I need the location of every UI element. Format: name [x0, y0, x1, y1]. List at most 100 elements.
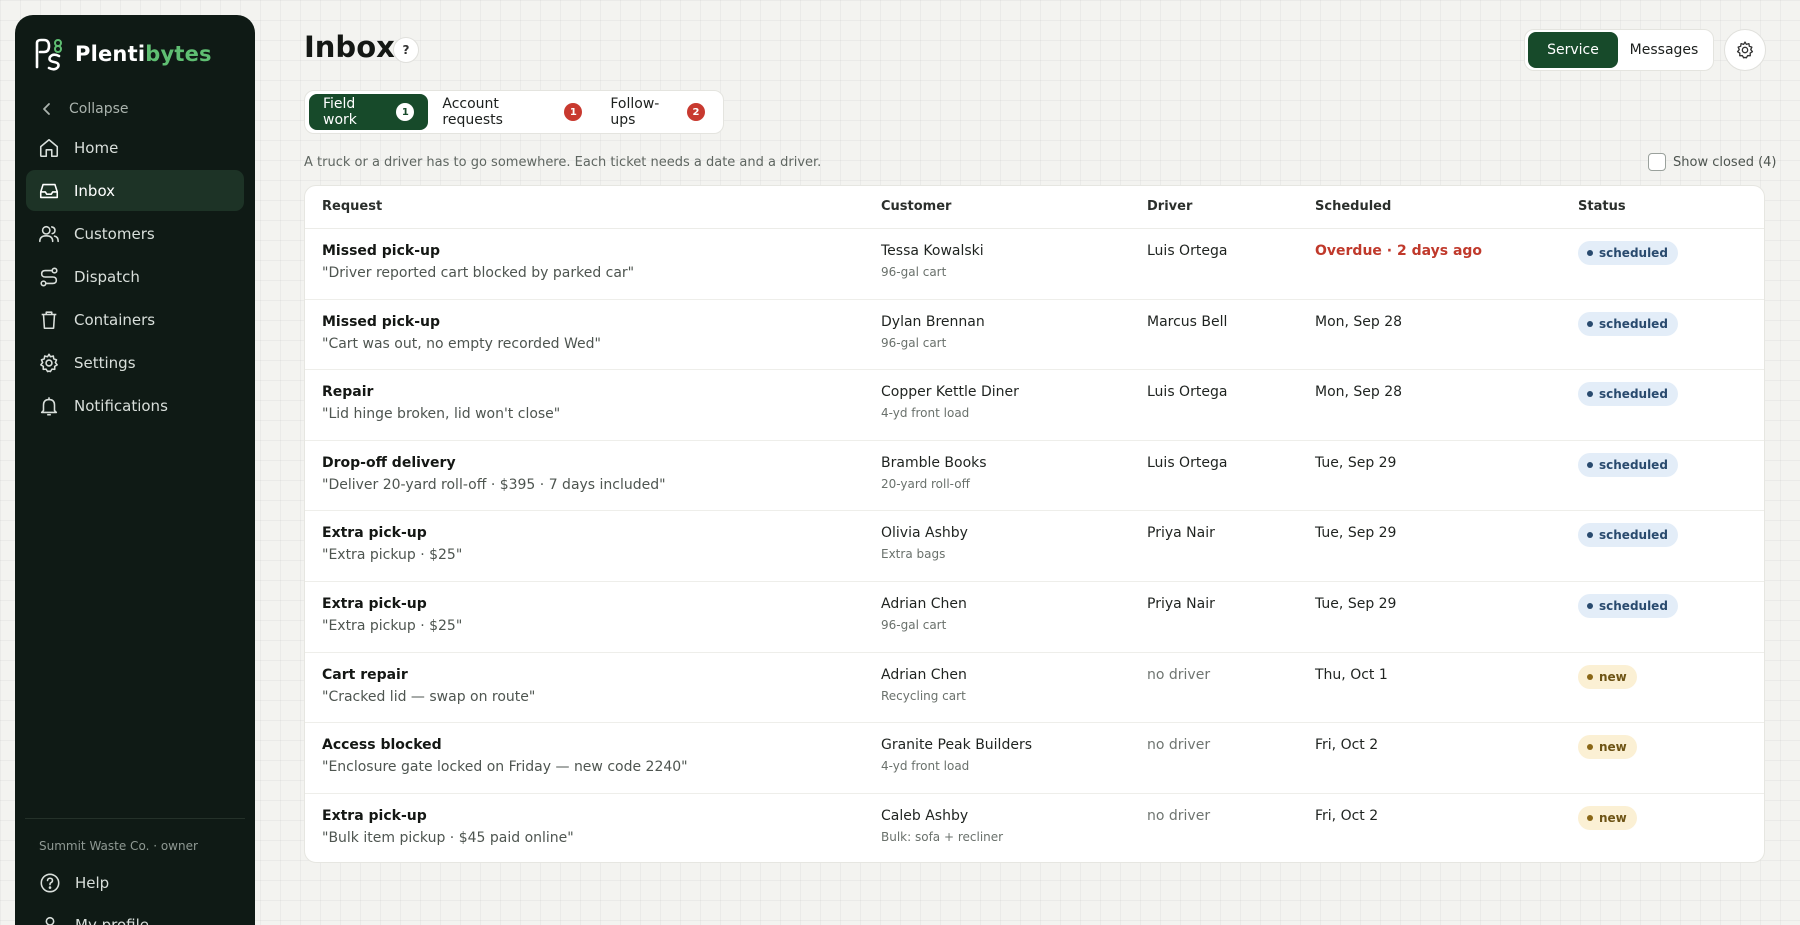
column-header-scheduled[interactable]: Scheduled	[1315, 199, 1391, 214]
customer-cell: Bramble Books 20-yard roll-off	[881, 455, 987, 491]
table-row[interactable]: Extra pick-up "Bulk item pickup · $45 pai…	[305, 794, 1764, 862]
tab-follow-ups[interactable]: Follow-ups 2	[596, 94, 719, 130]
plentibytes-logo-icon	[35, 38, 62, 71]
status-cell: scheduled	[1578, 452, 1678, 477]
table-row[interactable]: Access blocked "Enclosure gate locked on …	[305, 723, 1764, 794]
sidebar-item-containers[interactable]: Containers	[26, 299, 244, 340]
tab-description: A truck or a driver has to go somewhere.…	[304, 155, 822, 170]
column-header-request[interactable]: Request	[322, 199, 382, 214]
customer-name[interactable]: Copper Kettle Diner	[881, 384, 1019, 400]
settings-button[interactable]	[1724, 29, 1766, 71]
status-cell: new	[1578, 805, 1637, 830]
driver-cell[interactable]: no driver	[1147, 808, 1210, 824]
scheduled-cell[interactable]: Fri, Oct 2	[1315, 737, 1378, 753]
customer-name[interactable]: Adrian Chen	[881, 667, 967, 683]
help-button[interactable]: ?	[393, 37, 419, 63]
scheduled-cell[interactable]: Tue, Sep 29	[1315, 596, 1396, 612]
sidebar-item-notifications[interactable]: Notifications	[26, 385, 244, 426]
status-badge: new	[1578, 805, 1637, 830]
customer-name[interactable]: Dylan Brennan	[881, 314, 985, 330]
customer-name[interactable]: Granite Peak Builders	[881, 737, 1032, 753]
scheduled-cell[interactable]: Fri, Oct 2	[1315, 808, 1378, 824]
driver-cell[interactable]: Priya Nair	[1147, 525, 1215, 541]
driver-cell[interactable]: Priya Nair	[1147, 596, 1215, 612]
gear-icon	[1736, 41, 1754, 59]
sidebar-item-settings[interactable]: Settings	[26, 342, 244, 383]
tab-label: Account requests	[442, 96, 503, 128]
gear-icon	[40, 353, 58, 372]
show-closed-toggle[interactable]: Show closed (4)	[1648, 153, 1777, 171]
scheduled-cell[interactable]: Overdue · 2 days ago	[1315, 243, 1482, 259]
customer-name[interactable]: Caleb Ashby	[881, 808, 1003, 824]
table-row[interactable]: Extra pick-up "Extra pickup · $25" Olivia …	[305, 511, 1764, 582]
table-row[interactable]: Repair "Lid hinge broken, lid won't close…	[305, 370, 1764, 441]
status-dot-icon	[1587, 673, 1593, 680]
mode-service-button[interactable]: Service	[1528, 32, 1618, 68]
table-row[interactable]: Drop-off delivery "Deliver 20-yard roll-o…	[305, 441, 1764, 512]
customer-name[interactable]: Adrian Chen	[881, 596, 967, 612]
tab-count-badge: 2	[687, 103, 705, 121]
driver-cell[interactable]: no driver	[1147, 667, 1210, 683]
sidebar-item-home[interactable]: Home	[26, 127, 244, 168]
tab-count-badge: 1	[396, 103, 415, 121]
bell-icon	[40, 396, 58, 415]
scheduled-cell[interactable]: Mon, Sep 28	[1315, 314, 1402, 330]
request-note: "Enclosure gate locked on Friday — new c…	[322, 759, 688, 776]
collapse-button[interactable]: Collapse	[39, 101, 129, 117]
help-link[interactable]: Help	[39, 872, 239, 894]
request-note: "Cart was out, no empty recorded Wed"	[322, 335, 601, 352]
tab-field-work[interactable]: Field work 1	[309, 94, 429, 130]
table-row[interactable]: Missed pick-up "Cart was out, no empty re…	[305, 300, 1764, 371]
brand[interactable]: Plentibytes	[33, 37, 212, 71]
tab-label: Field work	[323, 96, 357, 128]
request-note: "Lid hinge broken, lid won't close"	[322, 406, 561, 423]
tab-label: Follow-ups	[610, 96, 660, 128]
route-icon	[40, 267, 58, 286]
status-badge: new	[1578, 664, 1637, 689]
column-header-driver[interactable]: Driver	[1147, 199, 1192, 214]
customer-cell: Granite Peak Builders 4-yd front load	[881, 737, 1032, 773]
scheduled-cell[interactable]: Tue, Sep 29	[1315, 525, 1396, 541]
driver-cell[interactable]: no driver	[1147, 737, 1210, 753]
request-title: Missed pick-up	[322, 313, 441, 330]
status-badge: scheduled	[1578, 241, 1678, 265]
sidebar-item-label: Containers	[74, 310, 156, 329]
request-cell: Access blocked "Enclosure gate locked on …	[322, 737, 688, 775]
status-label: new	[1599, 669, 1627, 684]
driver-cell[interactable]: Luis Ortega	[1147, 384, 1227, 400]
status-dot-icon	[1587, 391, 1593, 398]
table-row[interactable]: Extra pick-up "Extra pickup · $25" Adrian …	[305, 582, 1764, 653]
driver-cell[interactable]: Luis Ortega	[1147, 455, 1227, 471]
table-row[interactable]: Cart repair "Cracked lid — swap on route"…	[305, 653, 1764, 724]
container-type: 96-gal cart	[881, 265, 947, 279]
driver-cell[interactable]: Luis Ortega	[1147, 243, 1227, 259]
status-dot-icon	[1587, 744, 1593, 751]
customer-cell: Caleb Ashby Bulk: sofa + recliner	[881, 808, 1003, 844]
sidebar-nav: Home Inbox Customers Dispatch Containers…	[26, 127, 244, 428]
column-header-customer[interactable]: Customer	[881, 199, 951, 214]
customer-name[interactable]: Tessa Kowalski	[881, 243, 984, 259]
sidebar-item-inbox[interactable]: Inbox	[26, 170, 244, 211]
mode-messages-button[interactable]: Messages	[1618, 32, 1710, 68]
profile-link[interactable]: My profile	[39, 914, 239, 925]
column-header-status[interactable]: Status	[1578, 199, 1626, 214]
sidebar-item-label: Home	[74, 138, 119, 157]
users-icon	[39, 225, 59, 242]
show-closed-checkbox[interactable]	[1648, 153, 1666, 171]
scheduled-cell[interactable]: Tue, Sep 29	[1315, 455, 1396, 471]
scheduled-cell[interactable]: Mon, Sep 28	[1315, 384, 1402, 400]
sidebar-item-customers[interactable]: Customers	[26, 213, 244, 254]
status-cell: scheduled	[1578, 311, 1678, 336]
customer-name[interactable]: Bramble Books	[881, 455, 987, 471]
table-row[interactable]: Missed pick-up "Driver reported cart bloc…	[305, 229, 1764, 300]
field-work-table: Request Customer Driver Scheduled Status…	[304, 185, 1765, 863]
request-note: "Deliver 20-yard roll-off · $395 · 7 day…	[322, 476, 666, 493]
status-cell: scheduled	[1578, 523, 1678, 548]
sidebar-item-dispatch[interactable]: Dispatch	[26, 256, 244, 297]
driver-cell[interactable]: Marcus Bell	[1147, 314, 1227, 330]
tab-account-requests[interactable]: Account requests 1	[428, 94, 596, 130]
request-cell: Drop-off delivery "Deliver 20-yard roll-o…	[322, 455, 666, 493]
scheduled-cell[interactable]: Thu, Oct 1	[1315, 667, 1388, 683]
user-icon	[45, 916, 55, 925]
customer-name[interactable]: Olivia Ashby	[881, 525, 968, 541]
